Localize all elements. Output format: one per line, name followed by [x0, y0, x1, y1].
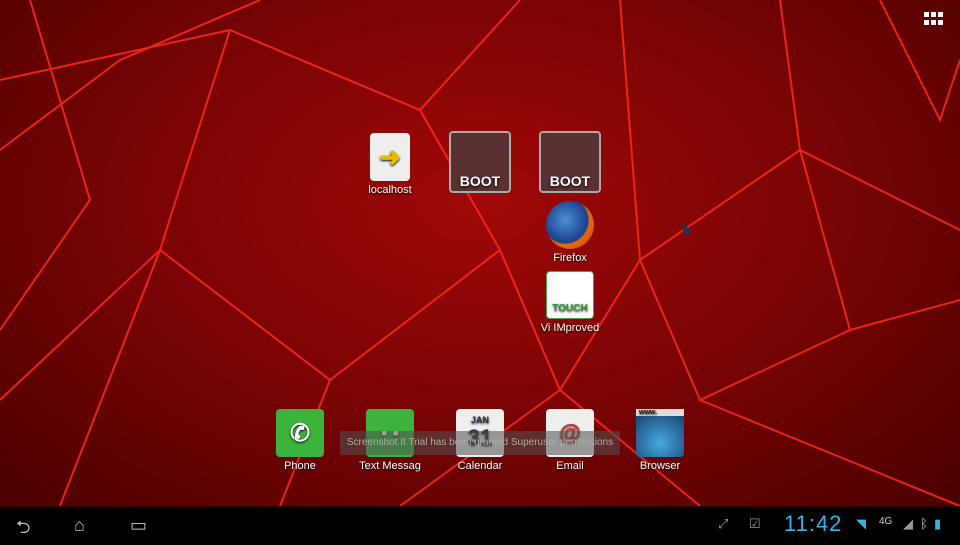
shortcut-boot-2[interactable]: BOOT	[525, 131, 615, 196]
store-notification-icon[interactable]: ☑	[749, 516, 761, 532]
boot-ubuntu-icon: BOOT	[449, 131, 511, 193]
dock-label: Phone	[284, 460, 316, 472]
shortcut-localhost[interactable]: ➜ localhost	[345, 133, 435, 196]
firefox-icon	[546, 201, 594, 249]
bluetooth-icon: ᛒ	[920, 516, 928, 531]
system-bar: ⮌ ⌂ ▭ ⤢ ☑ 11:42 ◥ 4G ◢ ᛒ ▮	[0, 506, 960, 540]
dock-phone[interactable]: ✆ Phone	[255, 409, 345, 472]
signal-icon: ◢	[903, 516, 913, 531]
shortcut-label: Vi IMproved	[540, 322, 600, 334]
clock[interactable]: 11:42	[784, 511, 842, 537]
home-button-icon[interactable]: ⌂	[74, 515, 85, 536]
shortcut-label: Firefox	[553, 252, 587, 264]
dock-label: Calendar	[457, 460, 503, 472]
dock-label: Browser	[639, 460, 681, 472]
fullscreen-icon[interactable]: ⤢	[718, 516, 728, 532]
battery-icon: ▮	[934, 516, 942, 531]
shortcut-vim[interactable]: TOUCH Vi IMproved	[525, 271, 615, 334]
shortcut-label: localhost	[368, 184, 412, 196]
dock-label: Email	[556, 460, 584, 472]
dock-label: Text Messag	[359, 460, 421, 472]
localhost-icon: ➜	[370, 133, 410, 181]
network-type: 4G	[879, 516, 893, 527]
phone-icon: ✆	[276, 409, 324, 457]
wifi-icon: ◥	[856, 516, 866, 531]
shortcut-firefox[interactable]: Firefox	[525, 201, 615, 264]
toast-message: Screenshot It Trial has been granted Sup…	[340, 431, 620, 455]
back-button-icon[interactable]: ⮌	[16, 515, 30, 545]
recent-apps-button-icon[interactable]: ▭	[130, 515, 147, 536]
all-apps-button[interactable]	[924, 12, 944, 26]
dock-browser[interactable]: www. Browser	[615, 409, 705, 472]
browser-icon: www.	[636, 409, 684, 457]
vim-touch-icon: TOUCH	[546, 271, 594, 319]
boot-android-icon: BOOT	[539, 131, 601, 193]
shortcut-boot-1[interactable]: BOOT	[435, 131, 525, 196]
